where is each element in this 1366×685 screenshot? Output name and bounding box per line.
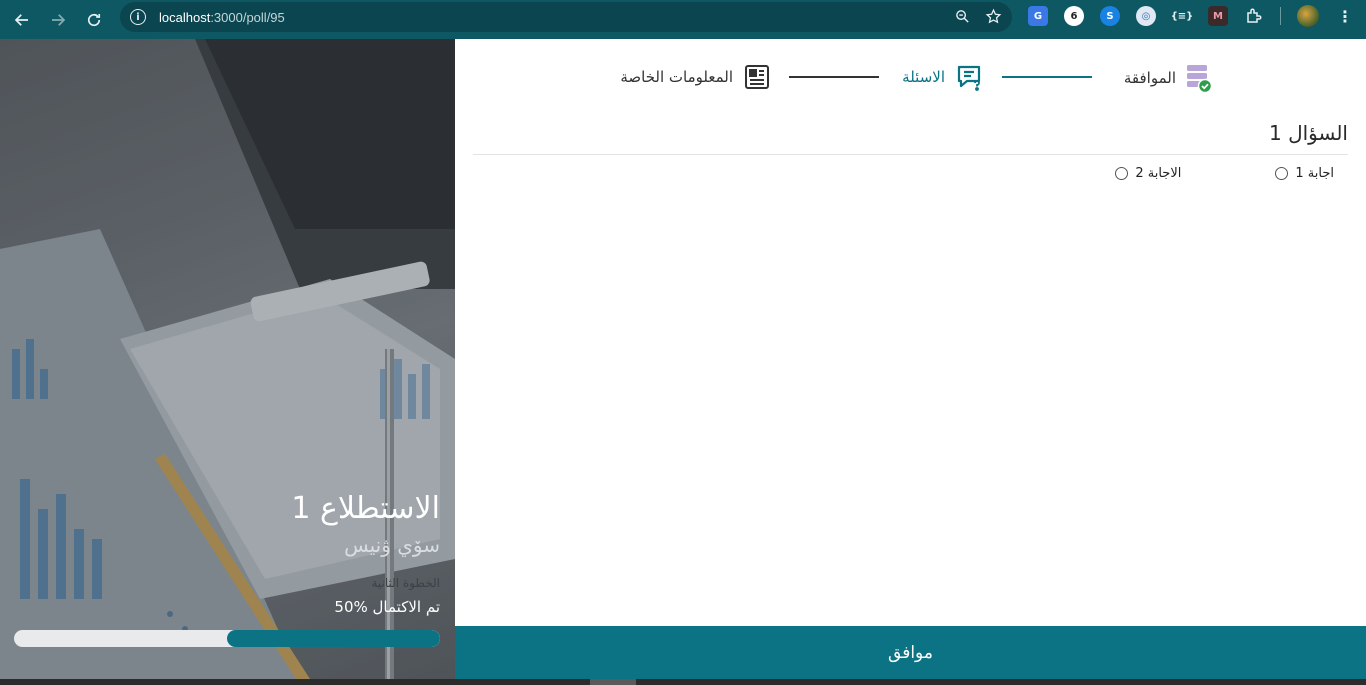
poll-subtitle: سۆي ۋنيس xyxy=(344,533,440,557)
answer-radio[interactable] xyxy=(1275,167,1289,180)
step-label: الموافقة xyxy=(1123,69,1176,87)
step-label: الاسئلة xyxy=(902,68,945,86)
step-connector-1 xyxy=(1002,76,1092,78)
chat-question-icon xyxy=(957,65,981,91)
star-icon[interactable] xyxy=(985,8,1002,25)
browser-toolbar: i localhost:3000/poll/95 G 6 S ◎ {≡} M ⋮ xyxy=(0,0,1366,39)
progress-bar xyxy=(14,630,440,647)
site-info-icon[interactable]: i xyxy=(130,9,146,25)
shazam-extension-icon[interactable]: S xyxy=(1100,6,1120,26)
zoom-icon[interactable] xyxy=(954,8,971,25)
reload-icon xyxy=(87,13,101,26)
scrollbar-thumb[interactable] xyxy=(590,679,636,685)
forward-button[interactable] xyxy=(43,5,73,35)
step-private-info[interactable]: المعلومات الخاصة xyxy=(620,63,771,91)
agree-button[interactable]: موافق xyxy=(455,626,1366,679)
step-connector-2 xyxy=(789,76,879,78)
step-questions[interactable]: الاسئلة xyxy=(902,63,983,91)
arrow-right-icon xyxy=(52,13,66,26)
progress-text: 50% تم الاكتمال xyxy=(334,598,440,616)
progress-fill xyxy=(227,630,440,647)
poll-title: الاستطلاع 1 xyxy=(291,491,440,526)
reload-button[interactable] xyxy=(79,5,109,35)
answer-options: اجابة 1 الاجابة 2 xyxy=(1115,166,1334,181)
answer-option-2[interactable]: الاجابة 2 xyxy=(1115,166,1181,181)
arrow-left-icon xyxy=(14,13,28,26)
url-text[interactable]: localhost:3000/poll/95 xyxy=(159,10,285,25)
url-path: :3000/poll/95 xyxy=(210,9,285,25)
browser-menu-icon[interactable]: ⋮ xyxy=(1337,7,1353,26)
profile-avatar[interactable] xyxy=(1297,5,1319,27)
circle-extension-icon[interactable]: ◎ xyxy=(1136,6,1156,26)
poll-info-panel: الاستطلاع 1 سۆي ۋنيس الخطوة الثانية 50% … xyxy=(0,39,455,679)
toolbar-separator xyxy=(1280,7,1281,25)
answer-option-1[interactable]: اجابة 1 xyxy=(1275,166,1334,181)
answer-label: اجابة 1 xyxy=(1295,166,1334,181)
newspaper-icon xyxy=(745,65,769,89)
poll-main-panel: الموافقة الاسئلة المعلومات الخاصة السؤال… xyxy=(455,39,1366,679)
translate-extension-icon[interactable]: G xyxy=(1028,6,1048,26)
step-label: المعلومات الخاصة xyxy=(620,68,733,86)
current-step-label: الخطوة الثانية xyxy=(371,576,440,590)
answer-radio[interactable] xyxy=(1115,167,1129,180)
address-bar[interactable]: i localhost:3000/poll/95 xyxy=(120,2,1012,32)
puzzle-extensions-icon[interactable] xyxy=(1244,6,1264,26)
horizontal-scrollbar[interactable] xyxy=(0,679,1366,685)
step-consent[interactable]: الموافقة xyxy=(1124,63,1212,93)
answer-label: الاجابة 2 xyxy=(1135,166,1182,181)
json-extension-icon[interactable]: {≡} xyxy=(1171,6,1194,26)
extension-6-icon[interactable]: 6 xyxy=(1064,6,1084,26)
database-check-icon xyxy=(1187,65,1212,93)
question-title: السؤال 1 xyxy=(1268,121,1348,145)
m-extension-icon[interactable]: M xyxy=(1208,6,1228,26)
stepper: الموافقة الاسئلة المعلومات الخاصة xyxy=(455,63,1366,93)
question-divider xyxy=(473,154,1348,155)
extensions-area: G 6 S ◎ {≡} M ⋮ xyxy=(1028,5,1353,27)
back-button[interactable] xyxy=(7,5,37,35)
url-host: localhost xyxy=(159,9,211,25)
